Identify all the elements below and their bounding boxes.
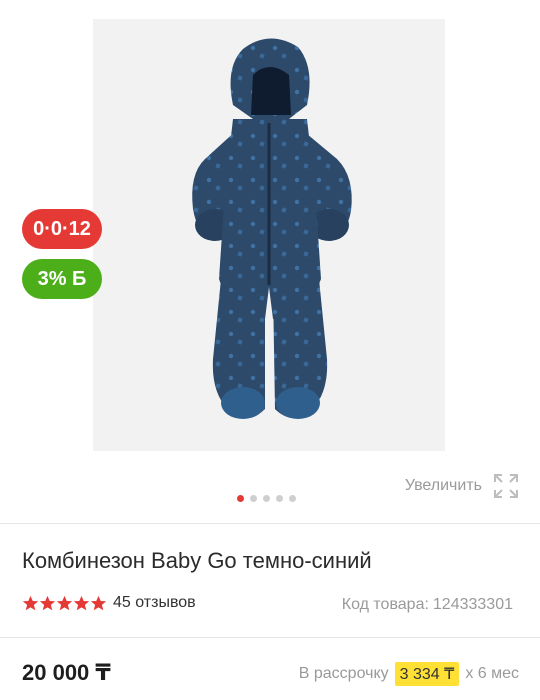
installment-offer[interactable]: В рассрочку 3 334 ₸ х 6 мес xyxy=(299,662,519,686)
pagination-dot[interactable] xyxy=(263,495,270,502)
installment-badge: 0·0·12 xyxy=(22,209,102,249)
sku-value: 124333301 xyxy=(432,596,513,613)
zoom-label: Увеличить xyxy=(404,477,482,494)
product-image[interactable] xyxy=(93,19,445,451)
reviews-link[interactable]: 45 отзывов xyxy=(113,594,196,612)
rating-stars xyxy=(22,595,107,612)
sku-label: Код товара: xyxy=(341,596,429,613)
star-icon xyxy=(90,595,107,610)
product-gallery[interactable]: 0·0·12 3% Б Увеличить xyxy=(0,0,540,522)
divider xyxy=(0,637,540,638)
snowsuit-illustration xyxy=(192,38,352,419)
rating-row[interactable]: 45 отзывов xyxy=(22,594,196,612)
pagination-dot[interactable] xyxy=(250,495,257,502)
gallery-pagination[interactable] xyxy=(237,495,296,502)
star-icon xyxy=(22,595,39,610)
pagination-dot-active[interactable] xyxy=(237,495,244,502)
bonus-badge: 3% Б xyxy=(22,259,102,299)
installment-term: х 6 мес xyxy=(465,665,519,682)
product-title: Комбинезон Baby Go темно-синий xyxy=(22,548,372,573)
pagination-dot[interactable] xyxy=(276,495,283,502)
divider xyxy=(0,523,540,524)
pagination-dot[interactable] xyxy=(289,495,296,502)
star-icon xyxy=(39,595,56,610)
installment-amount: 3 334 ₸ xyxy=(394,662,460,686)
sku: Код товара: 124333301 xyxy=(342,596,513,614)
zoom-button[interactable]: Увеличить xyxy=(405,472,520,500)
installment-label: В рассрочку xyxy=(298,665,389,682)
star-icon xyxy=(56,595,73,610)
expand-icon xyxy=(494,474,518,498)
star-icon xyxy=(73,595,90,610)
price: 20 000 ₸ xyxy=(22,660,111,685)
